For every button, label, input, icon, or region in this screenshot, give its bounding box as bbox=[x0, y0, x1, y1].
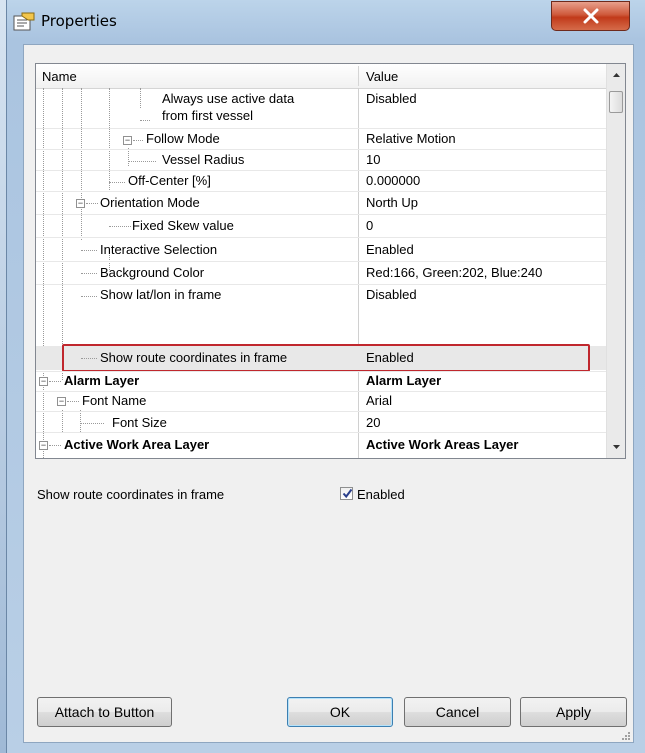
property-value[interactable]: 10 bbox=[366, 152, 380, 167]
scroll-thumb[interactable] bbox=[609, 91, 623, 113]
property-name: Font Name bbox=[82, 393, 147, 408]
property-row-vessel-radius[interactable]: Vessel Radius 10 bbox=[36, 150, 606, 170]
property-name-line2: from first vessel bbox=[162, 108, 254, 123]
ok-button[interactable]: OK bbox=[287, 697, 393, 727]
property-value[interactable]: Alarm Layer bbox=[366, 373, 441, 388]
property-row-always-use-active-data[interactable]: Always use active data from first vessel… bbox=[36, 88, 606, 128]
tree-connector bbox=[128, 161, 156, 162]
property-row-background-color[interactable]: Background Color Red:166, Green:202, Blu… bbox=[36, 262, 606, 284]
property-name: Follow Mode bbox=[146, 131, 220, 146]
property-name: Vessel Radius bbox=[162, 152, 245, 167]
property-name: Off-Center [%] bbox=[128, 173, 211, 188]
tree-connector bbox=[49, 381, 61, 382]
apply-button[interactable]: Apply bbox=[520, 697, 627, 727]
enabled-checkbox[interactable] bbox=[340, 487, 353, 500]
properties-icon bbox=[13, 12, 35, 32]
property-value[interactable]: Relative Motion bbox=[366, 131, 456, 146]
property-row-orientation-mode[interactable]: − Orientation Mode North Up bbox=[36, 192, 606, 214]
title-bar[interactable]: Properties bbox=[7, 0, 645, 44]
arrow-up-icon bbox=[613, 73, 620, 77]
collapse-icon[interactable]: − bbox=[123, 136, 132, 145]
checkmark-icon bbox=[342, 488, 353, 499]
property-row-font-name[interactable]: − Font Name Arial bbox=[36, 392, 606, 411]
tree-connector bbox=[140, 120, 150, 121]
properties-window: Properties Name Value Always use active … bbox=[6, 0, 645, 753]
property-row-font-size[interactable]: Font Size 20 bbox=[36, 412, 606, 432]
property-name: Fixed Skew value bbox=[132, 218, 234, 233]
column-header-name[interactable]: Name bbox=[42, 69, 77, 84]
collapse-icon[interactable]: − bbox=[76, 199, 85, 208]
close-icon bbox=[583, 8, 599, 24]
property-value[interactable]: 0.000000 bbox=[366, 173, 420, 188]
tree-connector bbox=[81, 250, 97, 251]
collapse-icon[interactable]: − bbox=[57, 397, 66, 406]
collapse-icon[interactable]: − bbox=[39, 377, 48, 386]
detail-field-label: Show route coordinates in frame bbox=[37, 487, 225, 502]
property-row-fixed-skew[interactable]: Fixed Skew value 0 bbox=[36, 215, 606, 237]
arrow-down-icon bbox=[613, 445, 620, 449]
property-name: Always use active data bbox=[162, 91, 295, 106]
property-value[interactable]: Disabled bbox=[366, 91, 417, 106]
scroll-down-button[interactable] bbox=[607, 438, 625, 455]
property-name: Interactive Selection bbox=[100, 242, 218, 257]
property-row-off-center[interactable]: Off-Center [%] 0.000000 bbox=[36, 171, 606, 191]
property-name: Orientation Mode bbox=[100, 195, 200, 210]
property-value[interactable]: 20 bbox=[366, 415, 380, 430]
resize-grip-icon[interactable] bbox=[621, 731, 631, 741]
cancel-button[interactable]: Cancel bbox=[404, 697, 511, 727]
property-row-follow-mode[interactable]: − Follow Mode Relative Motion bbox=[36, 129, 606, 149]
vertical-scrollbar[interactable] bbox=[606, 64, 625, 458]
property-name: Active Work Area Layer bbox=[64, 437, 210, 452]
property-value[interactable]: Arial bbox=[366, 393, 392, 408]
tree-connector bbox=[80, 423, 104, 424]
grid-header: Name Value bbox=[36, 64, 606, 89]
tree-connector bbox=[109, 226, 131, 227]
tree-connector bbox=[109, 182, 125, 183]
property-name: Alarm Layer bbox=[64, 373, 140, 388]
annotation-highlight-box bbox=[62, 344, 590, 372]
tree-connector bbox=[81, 296, 97, 297]
property-name: Background Color bbox=[100, 265, 205, 280]
property-grid[interactable]: Name Value Always use active data from f bbox=[35, 63, 626, 459]
dialog-client-area: Name Value Always use active data from f bbox=[23, 44, 634, 743]
property-value[interactable]: Enabled bbox=[366, 242, 414, 257]
property-row-show-lat-lon[interactable]: Show lat/lon in frame Disabled bbox=[36, 285, 606, 305]
tree-connector bbox=[86, 203, 98, 204]
scroll-up-button[interactable] bbox=[607, 67, 625, 84]
property-value[interactable]: 0 bbox=[366, 218, 373, 233]
property-row-alarm-layer[interactable]: − Alarm Layer Alarm Layer bbox=[36, 372, 606, 391]
tree-connector bbox=[67, 401, 79, 402]
property-row-interactive-selection[interactable]: Interactive Selection Enabled bbox=[36, 238, 606, 261]
property-value[interactable]: Red:166, Green:202, Blue:240 bbox=[366, 265, 542, 280]
tree-connector bbox=[49, 445, 61, 446]
property-name: Show lat/lon in frame bbox=[100, 287, 222, 302]
tree-connector bbox=[133, 140, 143, 141]
window-title: Properties bbox=[41, 12, 117, 30]
property-row-active-work-area-layer[interactable]: − Active Work Area Layer Active Work Are… bbox=[36, 433, 606, 457]
property-value[interactable]: Disabled bbox=[366, 287, 417, 302]
collapse-icon[interactable]: − bbox=[39, 441, 48, 450]
attach-to-button[interactable]: Attach to Button bbox=[37, 697, 172, 727]
property-name: Font Size bbox=[112, 415, 167, 430]
property-value[interactable]: Active Work Areas Layer bbox=[366, 437, 518, 452]
checkbox-label[interactable]: Enabled bbox=[357, 487, 405, 502]
property-value[interactable]: North Up bbox=[366, 195, 418, 210]
tree-connector bbox=[81, 273, 97, 274]
header-divider[interactable] bbox=[358, 66, 359, 86]
column-header-value[interactable]: Value bbox=[366, 69, 398, 84]
close-button[interactable] bbox=[551, 1, 630, 31]
